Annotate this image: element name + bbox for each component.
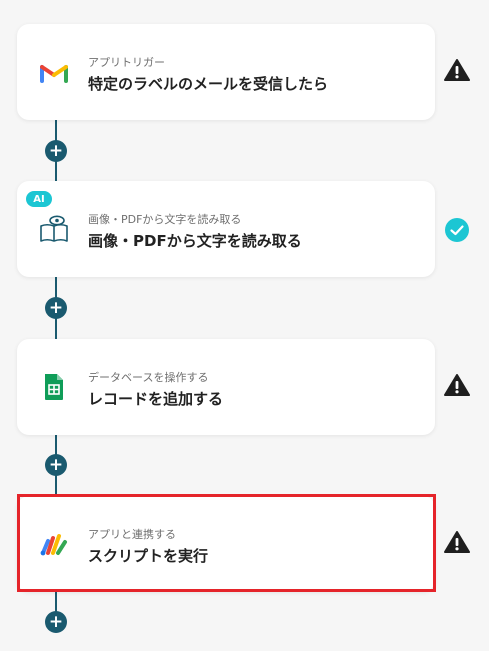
ai-badge: AI	[26, 191, 52, 207]
add-step-button[interactable]: +	[45, 297, 67, 319]
warning-icon[interactable]	[444, 57, 470, 83]
flow-step-ai-ocr[interactable]: AI 画像・PDFから文字を読み取る 画像・PDFから文字を読み取る	[17, 181, 435, 277]
step-title: 画像・PDFから文字を読み取る	[88, 232, 302, 250]
step-title: スクリプトを実行	[88, 547, 209, 565]
step-subtitle: アプリトリガー	[88, 56, 165, 69]
gmail-icon	[39, 57, 69, 87]
step-title: 特定のラベルのメールを受信したら	[88, 75, 329, 93]
warning-icon[interactable]	[444, 529, 470, 555]
step-subtitle: 画像・PDFから文字を読み取る	[88, 213, 242, 226]
google-apps-script-icon	[39, 529, 69, 559]
flow-step-sheets-record[interactable]: データベースを操作する レコードを追加する	[17, 339, 435, 435]
ocr-book-eye-icon	[39, 214, 69, 244]
flow-connector	[55, 590, 57, 612]
check-circle-icon[interactable]	[444, 217, 470, 243]
step-subtitle: アプリと連携する	[88, 528, 176, 541]
google-sheets-icon	[39, 372, 69, 402]
add-step-button[interactable]: +	[45, 140, 67, 162]
step-subtitle: データベースを操作する	[88, 371, 209, 384]
flow-step-gmail-trigger[interactable]: アプリトリガー 特定のラベルのメールを受信したら	[17, 24, 435, 120]
add-step-button[interactable]: +	[45, 454, 67, 476]
step-title: レコードを追加する	[88, 390, 224, 408]
flow-step-apps-script[interactable]: アプリと連携する スクリプトを実行	[17, 496, 435, 592]
add-step-button[interactable]: +	[45, 611, 67, 633]
warning-icon[interactable]	[444, 372, 470, 398]
